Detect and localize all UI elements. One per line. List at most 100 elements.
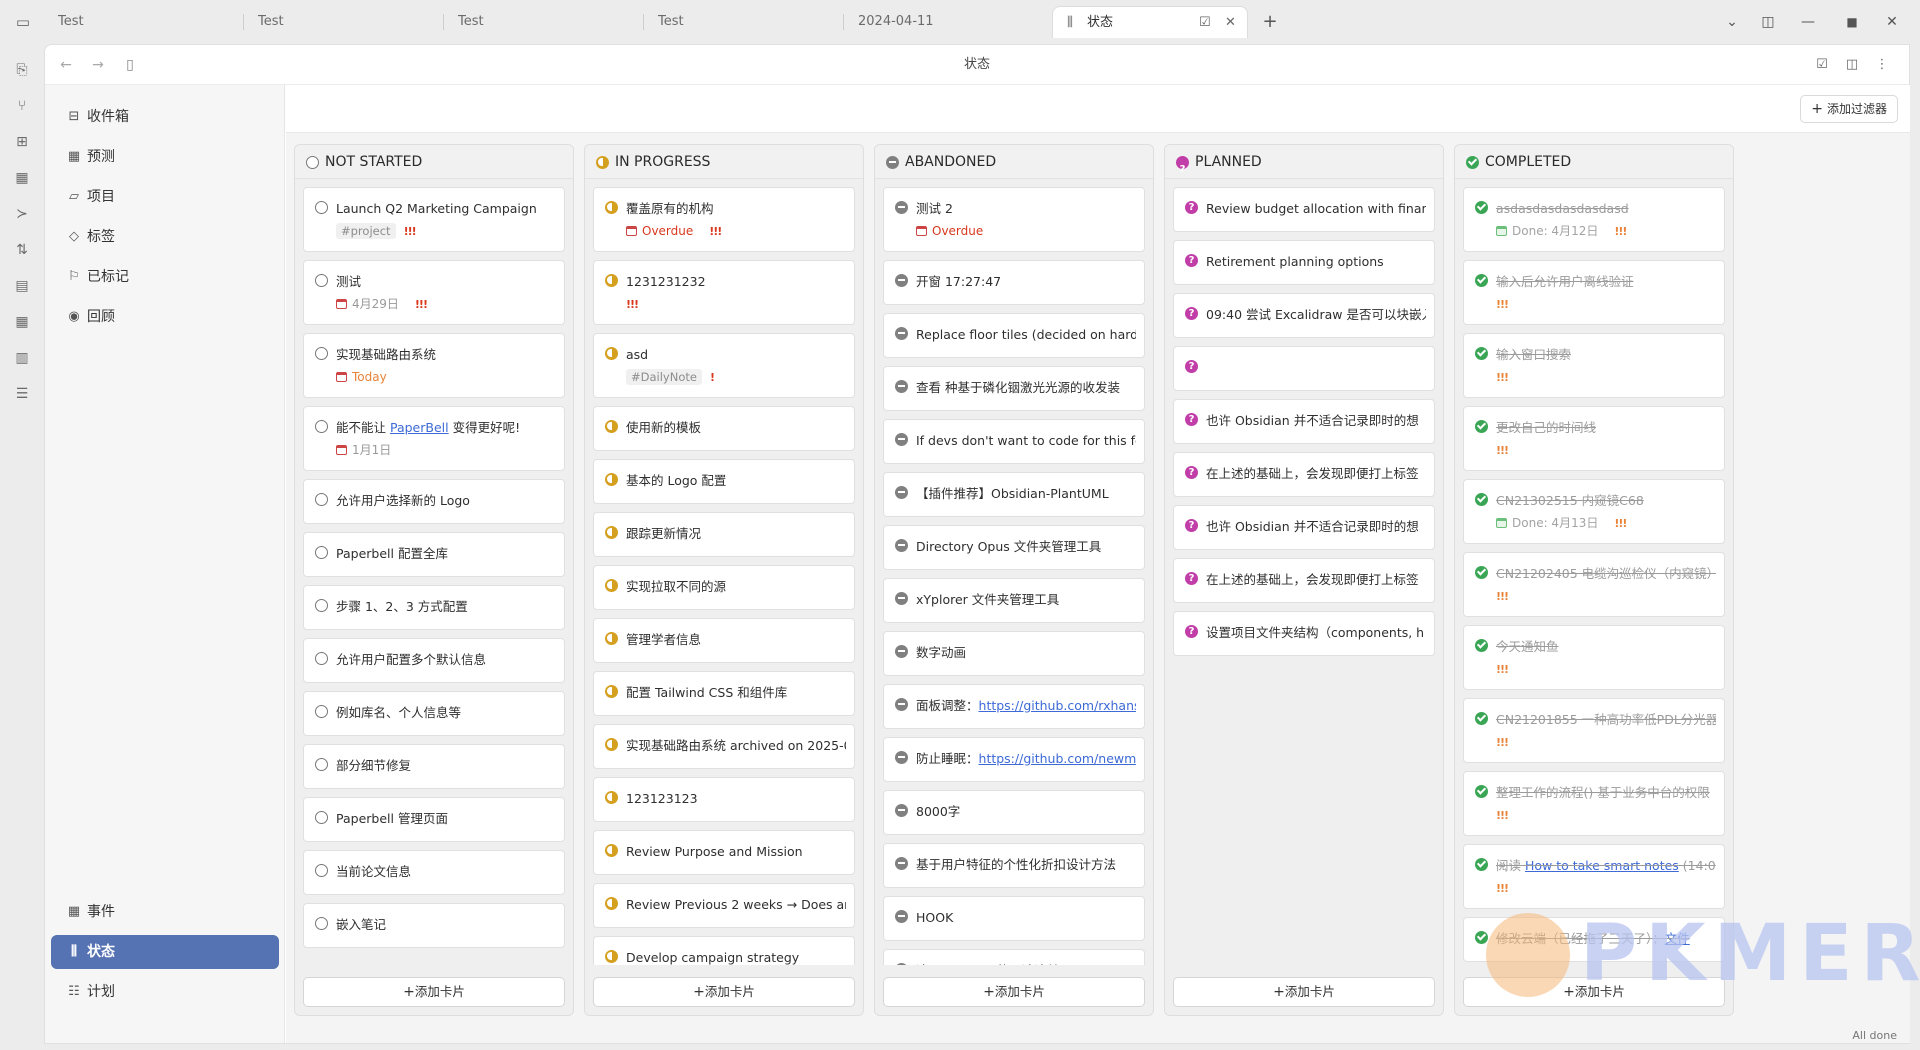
checkbox-icon[interactable]: ☑ — [1811, 54, 1833, 76]
task-card[interactable]: CN21202405 电缆沟巡检仪（内窥镜）!!! — [1463, 552, 1725, 617]
status-abandoned-icon[interactable] — [895, 539, 908, 552]
add-card-button[interactable]: +添加卡片 — [303, 977, 565, 1007]
task-card[interactable]: 设置项目文件夹结构（components, h — [1173, 611, 1435, 656]
status-abandoned-icon[interactable] — [895, 433, 908, 446]
terminal-icon[interactable]: ≻ — [10, 202, 34, 226]
tab-status[interactable]: ⫼ 状态 ☑ ✕ — [1052, 6, 1248, 38]
status-abandoned-icon[interactable] — [895, 963, 908, 965]
tab-date[interactable]: 2024-04-11 — [844, 6, 1052, 38]
task-card[interactable]: 更改自己的时间线!!! — [1463, 406, 1725, 471]
status-planned-icon[interactable] — [1185, 304, 1198, 323]
status-progress-icon[interactable] — [605, 274, 618, 287]
task-card[interactable]: 覆盖原有的机构 Overdue!!! — [593, 187, 855, 252]
task-card[interactable]: Launch Q2 Marketing Campaign #project!!! — [303, 187, 565, 252]
status-abandoned-icon[interactable] — [895, 592, 908, 605]
task-card[interactable]: Review budget allocation with finance — [1173, 187, 1435, 232]
task-card[interactable]: 【插件推荐】Obsidian-PlantUML — [883, 472, 1145, 517]
status-empty-icon[interactable] — [315, 705, 328, 718]
task-card[interactable]: 当前论文信息 — [303, 850, 565, 895]
split-view-icon[interactable]: ◫ — [1756, 11, 1780, 33]
file-icon[interactable]: ⎘ — [10, 58, 34, 82]
sidebar-item-inbox[interactable]: ⊟ 收件箱 — [51, 100, 279, 134]
status-abandoned-icon[interactable] — [895, 380, 908, 393]
task-card[interactable]: 使用新的模板 — [593, 406, 855, 451]
task-card[interactable]: asd #DailyNote! — [593, 333, 855, 398]
status-planned-icon[interactable] — [1185, 357, 1198, 376]
sidebar-item-projects[interactable]: ▱ 项目 — [51, 180, 279, 214]
tab-test-3[interactable]: Test — [444, 6, 644, 38]
sort-icon[interactable]: ⇅ — [10, 238, 34, 262]
status-empty-icon[interactable] — [315, 758, 328, 771]
edit-icon[interactable]: ☑ — [1199, 7, 1211, 39]
status-progress-icon[interactable] — [605, 738, 618, 751]
status-progress-icon[interactable] — [605, 632, 618, 645]
add-card-button[interactable]: +添加卡片 — [883, 977, 1145, 1007]
status-abandoned-icon[interactable] — [895, 486, 908, 499]
task-card[interactable]: 阅读 How to take smart notes (14:0!!! — [1463, 844, 1725, 909]
status-empty-icon[interactable] — [315, 201, 328, 214]
task-link[interactable]: How to take smart notes — [1525, 858, 1679, 873]
task-card[interactable]: 清理 Dashtel 的已读清单 — [883, 949, 1145, 965]
task-card[interactable]: 输入后允许用户离线验证!!! — [1463, 260, 1725, 325]
sidebar-item-status[interactable]: ⫼ 状态 — [51, 935, 279, 969]
status-abandoned-icon[interactable] — [895, 274, 908, 287]
task-card[interactable]: HOOK — [883, 896, 1145, 941]
status-empty-icon[interactable] — [315, 274, 328, 287]
close-icon[interactable]: ✕ — [1225, 7, 1236, 39]
status-progress-icon[interactable] — [605, 950, 618, 963]
task-card[interactable]: 配置 Tailwind CSS 和组件库 — [593, 671, 855, 716]
more-options-icon[interactable]: ⋮ — [1871, 54, 1893, 76]
status-empty-icon[interactable] — [315, 652, 328, 665]
status-empty-icon[interactable] — [315, 864, 328, 877]
status-planned-icon[interactable] — [1185, 569, 1198, 588]
sidebar-item-tags[interactable]: ◇ 标签 — [51, 220, 279, 254]
task-card[interactable]: 允许用户配置多个默认信息 — [303, 638, 565, 683]
task-card[interactable]: Directory Opus 文件夹管理工具 — [883, 525, 1145, 570]
task-card[interactable]: 也许 Obsidian 并不适合记录即时的想 — [1173, 399, 1435, 444]
status-progress-icon[interactable] — [605, 685, 618, 698]
status-planned-icon[interactable] — [1185, 198, 1198, 217]
task-card[interactable]: 嵌入笔记 — [303, 903, 565, 948]
task-tag[interactable]: #project — [336, 223, 396, 239]
status-empty-icon[interactable] — [315, 420, 328, 433]
add-card-button[interactable]: +添加卡片 — [1463, 977, 1725, 1007]
task-card[interactable]: 实现拉取不同的源 — [593, 565, 855, 610]
sidebar-item-plan[interactable]: ☷ 计划 — [51, 975, 279, 1009]
task-link[interactable]: https://github.com/rxhans — [979, 698, 1136, 713]
sidebar-item-events[interactable]: ▦ 事件 — [51, 895, 279, 929]
status-empty-icon[interactable] — [315, 347, 328, 360]
task-card[interactable]: 查看 种基于磷化铟激光光源的收发装 — [883, 366, 1145, 411]
status-progress-icon[interactable] — [605, 526, 618, 539]
task-card[interactable]: 今天通知鱼!!! — [1463, 625, 1725, 690]
status-empty-icon[interactable] — [315, 599, 328, 612]
status-done-icon[interactable] — [1475, 201, 1488, 214]
status-abandoned-icon[interactable] — [895, 201, 908, 214]
status-done-icon[interactable] — [1475, 274, 1488, 287]
status-empty-icon[interactable] — [315, 811, 328, 824]
status-done-icon[interactable] — [1475, 931, 1488, 944]
task-card[interactable]: 例如库名、个人信息等 — [303, 691, 565, 736]
status-progress-icon[interactable] — [605, 347, 618, 360]
status-progress-icon[interactable] — [605, 473, 618, 486]
task-card[interactable]: 09:40 尝试 Excalidraw 是否可以块嵌入 — [1173, 293, 1435, 338]
task-card[interactable]: 管理学者信息 — [593, 618, 855, 663]
status-abandoned-icon[interactable] — [895, 327, 908, 340]
window-close-icon[interactable]: ✕ — [1880, 11, 1904, 33]
calendar-icon[interactable]: ▦ — [10, 166, 34, 190]
task-link[interactable]: 文件 — [1665, 931, 1690, 946]
task-card[interactable]: Retirement planning options — [1173, 240, 1435, 285]
task-card[interactable]: 在上述的基础上，会发现即便打上标签 — [1173, 452, 1435, 497]
status-abandoned-icon[interactable] — [895, 751, 908, 764]
status-progress-icon[interactable] — [605, 579, 618, 592]
sidebar-item-flagged[interactable]: ⚐ 已标记 — [51, 260, 279, 294]
task-tag[interactable]: #DailyNote — [626, 369, 702, 385]
status-done-icon[interactable] — [1475, 639, 1488, 652]
layout-toggle-icon[interactable]: ◫ — [1841, 54, 1863, 76]
task-card[interactable]: CN21302515 内窥镜C68 Done: 4月13日!!! — [1463, 479, 1725, 544]
task-card[interactable]: 能不能让 PaperBell 变得更好呢! 1月1日 — [303, 406, 565, 471]
status-progress-icon[interactable] — [605, 844, 618, 857]
task-card[interactable]: 防止睡眠：https://github.com/newm — [883, 737, 1145, 782]
task-card[interactable]: Develop campaign strategy — [593, 936, 855, 965]
status-done-icon[interactable] — [1475, 347, 1488, 360]
task-link[interactable]: PaperBell — [390, 420, 449, 435]
